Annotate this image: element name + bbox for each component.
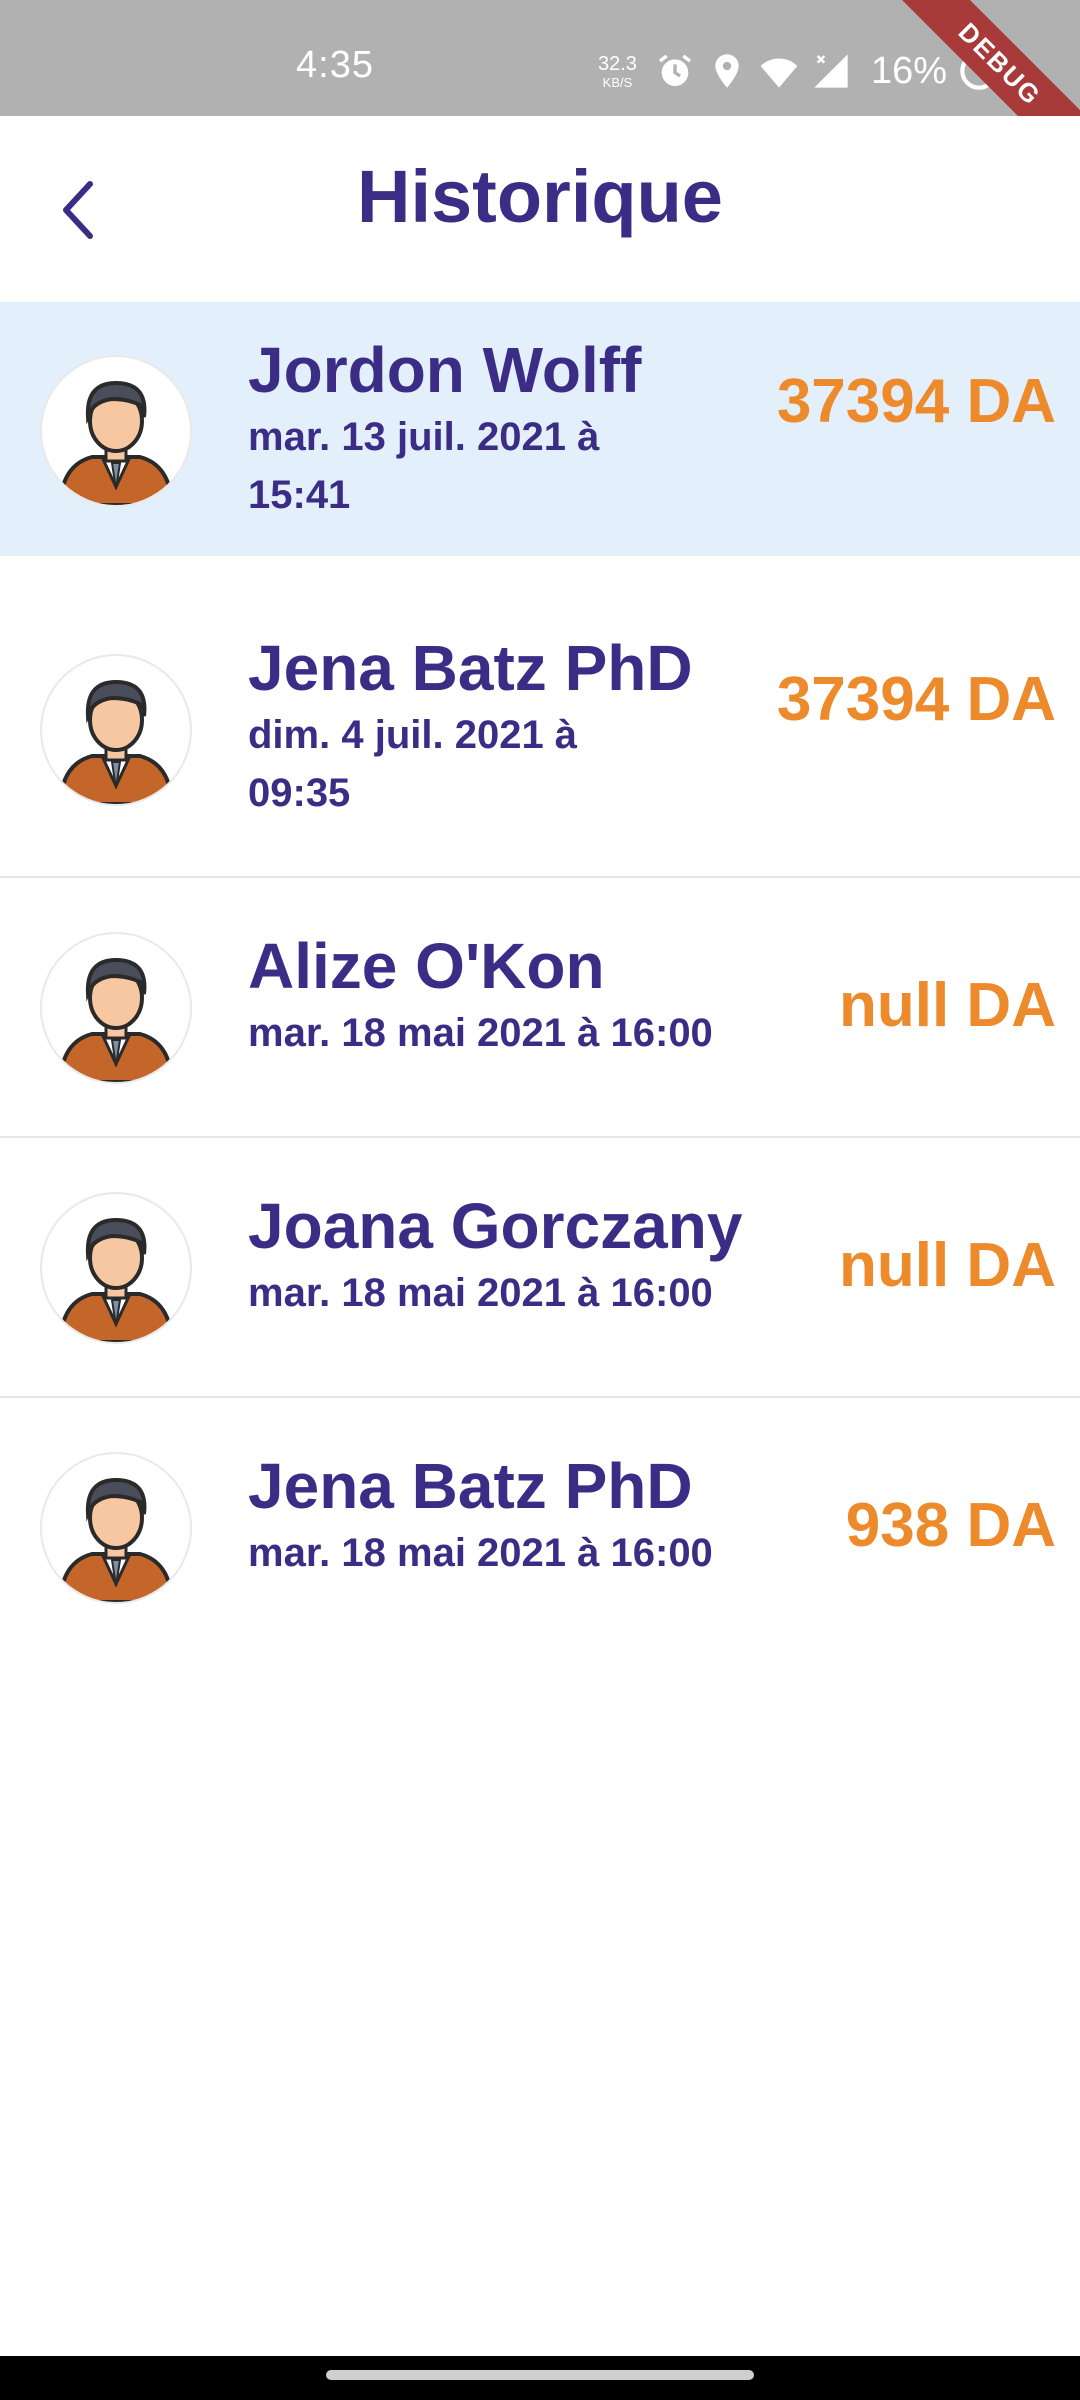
row-date-line1: mar. 18 mai 2021 à 16:00 [248,1270,713,1315]
system-nav-bar [0,2356,1080,2400]
row-text: Jordon Wolff mar. 13 juil. 2021 à 15:41 [248,334,788,524]
row-text: Jena Batz PhD dim. 4 juil. 2021 à 09:35 [248,632,788,822]
row-date: mar. 18 mai 2021 à 16:00 [248,1264,788,1322]
user-avatar-icon [57,957,175,1082]
location-icon [715,54,739,88]
row-text: Alize O'Kon mar. 18 mai 2021 à 16:00 [248,930,788,1062]
home-indicator[interactable] [326,2370,754,2380]
row-amount: 37394 DA [776,665,1056,734]
page-title: Historique [357,155,723,238]
row-date-line1: mar. 13 juil. 2021 à [248,414,600,459]
status-bar: 4:35 32.3 KB/S 16% [0,0,1080,116]
row-amount: 37394 DA [776,367,1056,436]
row-date-line2: 09:35 [248,770,351,815]
signal-icon [814,54,848,88]
net-speed: 32.3 KB/S [598,54,637,89]
alarm-icon [658,54,691,86]
row-date: mar. 13 juil. 2021 à 15:41 [248,408,788,524]
net-speed-unit: KB/S [602,74,633,90]
avatar [40,355,192,507]
row-name: Jordon Wolff [248,334,642,406]
row-amount: 938 DA [845,1491,1056,1560]
history-row[interactable]: Alize O'Kon mar. 18 mai 2021 à 16:00 nul… [0,878,1080,1138]
row-name: Joana Gorczany [248,1190,743,1262]
user-avatar-icon [57,679,175,804]
row-amount: null DA [839,971,1056,1040]
avatar [40,1452,192,1604]
battery-percent: 16% [870,49,947,92]
history-row[interactable]: Jena Batz PhD mar. 18 mai 2021 à 16:00 9… [0,1398,1080,1656]
history-row[interactable]: Jena Batz PhD dim. 4 juil. 2021 à 09:35 … [0,580,1080,878]
row-date-line1: mar. 18 mai 2021 à 16:00 [248,1530,713,1575]
history-list: Jordon Wolff mar. 13 juil. 2021 à 15:41 … [0,302,1080,1656]
row-name: Jena Batz PhD [248,632,693,704]
row-date: mar. 18 mai 2021 à 16:00 [248,1004,788,1062]
app-bar: Historique [0,116,1080,302]
row-date: mar. 18 mai 2021 à 16:00 [248,1524,788,1582]
history-row[interactable]: Joana Gorczany mar. 18 mai 2021 à 16:00 … [0,1138,1080,1398]
status-icons: 32.3 KB/S 16% [598,46,999,96]
row-date-line1: dim. 4 juil. 2021 à [248,712,578,757]
row-amount: null DA [839,1231,1056,1300]
history-row[interactable]: Jordon Wolff mar. 13 juil. 2021 à 15:41 … [0,302,1080,556]
row-date-line1: mar. 18 mai 2021 à 16:00 [248,1010,713,1055]
avatar [40,1192,192,1344]
row-date: dim. 4 juil. 2021 à 09:35 [248,706,788,822]
user-avatar-icon [57,380,175,505]
avatar [40,654,192,806]
user-avatar-icon [57,1217,175,1342]
net-speed-value: 32.3 [598,52,637,75]
wifi-icon [760,58,798,88]
row-text: Joana Gorczany mar. 18 mai 2021 à 16:00 [248,1190,788,1322]
row-name: Jena Batz PhD [248,1450,693,1522]
row-name: Alize O'Kon [248,930,605,1002]
row-date-line2: 15:41 [248,472,351,517]
status-time: 4:35 [296,44,374,86]
row-text: Jena Batz PhD mar. 18 mai 2021 à 16:00 [248,1450,788,1582]
avatar [40,932,192,1084]
user-avatar-icon [57,1477,175,1602]
